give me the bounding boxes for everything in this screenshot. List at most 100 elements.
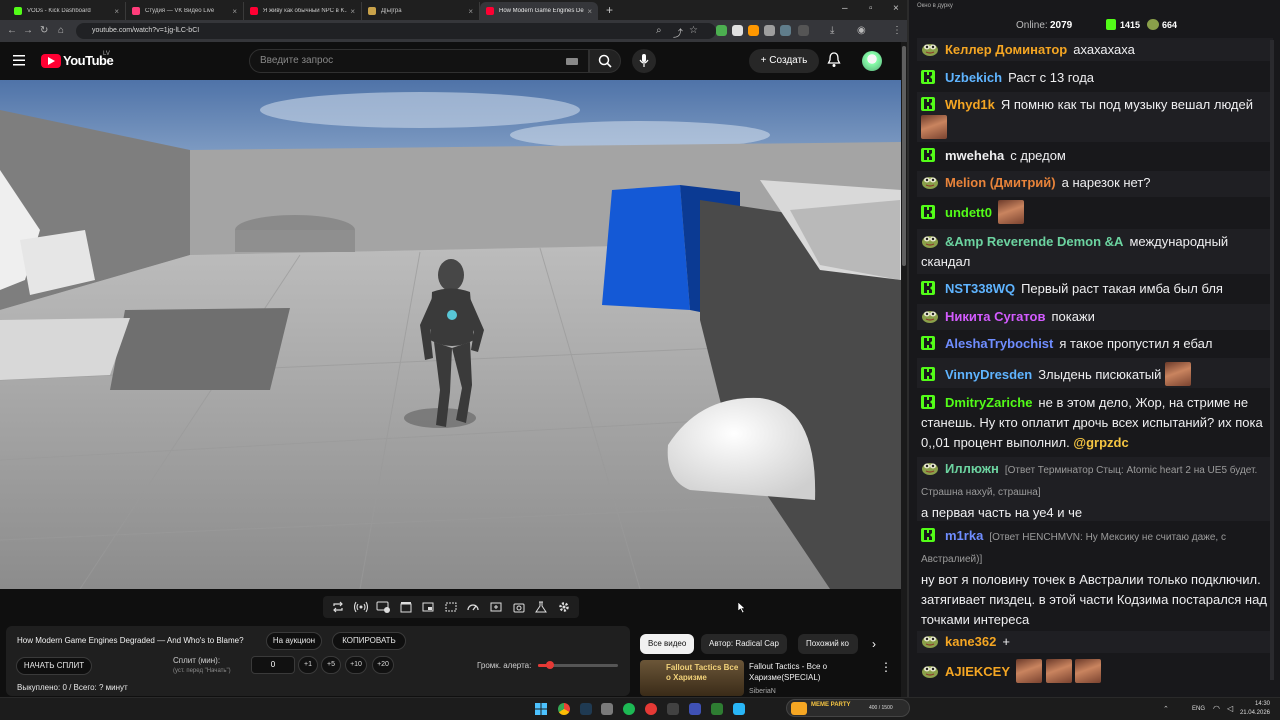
hamburger-menu-icon[interactable] <box>13 55 25 66</box>
keyboard-icon[interactable] <box>566 58 578 65</box>
steam-icon[interactable] <box>580 703 592 715</box>
download-icon[interactable]: ⤓ <box>830 25 834 36</box>
app-icon[interactable] <box>667 703 679 715</box>
chat-scrollbar[interactable] <box>1270 40 1274 680</box>
close-icon[interactable]: × <box>232 7 237 16</box>
close-icon[interactable]: × <box>350 7 355 16</box>
reload-icon[interactable]: ↻ <box>40 25 48 36</box>
search-button[interactable] <box>589 49 621 73</box>
chat-username[interactable]: VinnyDresden <box>945 367 1032 382</box>
alert-volume-slider[interactable] <box>538 661 618 669</box>
chat-username[interactable]: DmitryZariche <box>945 395 1032 410</box>
chat-mention[interactable]: @grpzdc <box>1073 435 1128 450</box>
volume-icon[interactable]: ◁ <box>1227 704 1233 713</box>
chat-username[interactable]: &Amp Reverende Demon &A <box>945 234 1123 249</box>
app-icon[interactable] <box>645 703 657 715</box>
close-icon[interactable]: × <box>114 7 119 16</box>
spotify-icon[interactable] <box>623 703 635 715</box>
add-10-button[interactable]: +10 <box>345 656 367 674</box>
keyboard-language[interactable]: ENG <box>1192 706 1205 712</box>
chat-username[interactable]: AleshaTrybochist <box>945 336 1053 351</box>
add-1-button[interactable]: +1 <box>298 656 318 674</box>
extension-icon[interactable] <box>748 25 759 36</box>
browser-tab[interactable]: Я живу как обычный NPC в K... × <box>244 2 362 20</box>
recommended-video-title[interactable]: Fallout Tactics - Все о Харизме(SPECIAL) <box>749 661 869 683</box>
chat-username[interactable]: Whyd1k <box>945 97 995 112</box>
broadcast-icon[interactable] <box>353 600 368 614</box>
clock[interactable]: 14:30 21.04.2026 <box>1240 700 1270 718</box>
user-avatar[interactable] <box>862 51 882 71</box>
stream-alert-widget[interactable]: MEME PARTY 400 / 1500 <box>786 699 910 717</box>
chat-username[interactable]: Никита Сугатов <box>945 309 1045 324</box>
zoom-icon[interactable]: ⌕ <box>656 25 662 36</box>
share-icon[interactable]: ⤴ <box>673 25 683 40</box>
start-split-button[interactable]: НАЧАТЬ СПЛИТ <box>16 657 92 675</box>
recommended-video-channel[interactable]: SiberiaN <box>749 688 776 695</box>
minimize-button[interactable]: – <box>842 3 848 14</box>
cinema-mode-icon[interactable] <box>444 600 458 614</box>
extension-icon[interactable] <box>732 25 743 36</box>
chip-all-videos[interactable]: Все видео <box>640 634 695 654</box>
browser-tab[interactable]: Студия — VK Видео Live × <box>126 2 244 20</box>
chat-username[interactable]: mweheha <box>945 148 1004 163</box>
tray-chevron-icon[interactable]: ⌃ <box>1163 705 1169 713</box>
video-player[interactable] <box>0 80 901 589</box>
chat-username[interactable]: Uzbekich <box>945 70 1002 85</box>
home-icon[interactable]: ⌂ <box>58 25 64 36</box>
wifi-icon[interactable]: ◠ <box>1213 704 1220 713</box>
copy-button[interactable]: КОПИРОВАТЬ <box>332 632 406 650</box>
more-options-icon[interactable]: ⋮ <box>880 660 892 674</box>
screen-share-icon[interactable] <box>376 600 391 614</box>
chat-username[interactable]: Melion (Дмитрий) <box>945 175 1056 190</box>
speed-gauge-icon[interactable] <box>466 600 480 614</box>
close-window-button[interactable]: × <box>893 3 899 14</box>
notifications-bell-icon[interactable] <box>827 52 841 68</box>
clapperboard-icon[interactable] <box>399 600 413 614</box>
chat-username[interactable]: kane362 <box>945 634 996 649</box>
extension-icon[interactable] <box>716 25 727 36</box>
browser-tab[interactable]: VODs - Kick Dashboard × <box>8 2 126 20</box>
close-icon[interactable]: × <box>468 7 473 16</box>
chat-username[interactable]: m1rka <box>945 528 983 543</box>
chevron-right-icon[interactable]: › <box>872 637 876 651</box>
chat-username[interactable]: undett0 <box>945 205 992 220</box>
screenshot-camera-icon[interactable] <box>512 600 526 614</box>
windows-start-icon[interactable] <box>535 703 547 715</box>
volume-knob[interactable] <box>546 661 554 669</box>
chat-username[interactable]: NST338WQ <box>945 281 1015 296</box>
create-button[interactable]: + Создать <box>749 49 819 73</box>
loop-icon[interactable] <box>331 600 345 614</box>
url-field[interactable]: youtube.com/watch?v=1jg-lLC-bCI <box>76 23 716 39</box>
extensions-puzzle-icon[interactable] <box>798 25 809 36</box>
auction-button[interactable]: На аукцион <box>266 632 322 650</box>
voice-search-button[interactable] <box>632 49 656 73</box>
close-icon[interactable]: × <box>587 7 592 16</box>
bookmark-star-icon[interactable]: ☆ <box>689 25 698 36</box>
back-arrow-icon[interactable]: ← <box>7 25 17 36</box>
menu-dots-icon[interactable]: ⋮ <box>892 25 902 36</box>
extension-icon[interactable] <box>764 25 775 36</box>
profile-icon[interactable]: ◉ <box>857 25 866 36</box>
chat-username[interactable]: AJIEKCEY <box>945 664 1010 679</box>
settings-gear-icon[interactable] <box>557 600 571 614</box>
app-icon[interactable] <box>711 703 723 715</box>
chip-similar[interactable]: Похожий ко <box>798 634 858 654</box>
new-tab-button[interactable]: + <box>606 2 613 20</box>
chat-username[interactable]: Иллюжн <box>945 461 999 476</box>
split-minutes-input[interactable]: 0 <box>251 656 295 674</box>
chrome-icon[interactable] <box>558 703 570 715</box>
extension-icon[interactable] <box>780 25 791 36</box>
forward-arrow-icon[interactable]: → <box>23 25 33 36</box>
browser-tab-active[interactable]: How Modern Game Engines De... × <box>480 2 598 20</box>
chip-author[interactable]: Автор: Radical Cap <box>701 634 787 654</box>
add-20-button[interactable]: +20 <box>372 656 394 674</box>
recommended-video-thumbnail[interactable]: Fallout Tactics Все о Харизме <box>640 660 744 696</box>
maximize-button[interactable]: ▫ <box>869 3 873 14</box>
add-5-button[interactable]: +5 <box>321 656 341 674</box>
flask-icon[interactable] <box>534 600 548 614</box>
picture-in-picture-icon[interactable] <box>421 600 435 614</box>
scrollbar-thumb[interactable] <box>902 46 906 266</box>
youtube-logo-icon[interactable] <box>41 54 61 68</box>
search-input[interactable]: Введите запрос <box>249 49 589 73</box>
telegram-icon[interactable] <box>733 703 745 715</box>
